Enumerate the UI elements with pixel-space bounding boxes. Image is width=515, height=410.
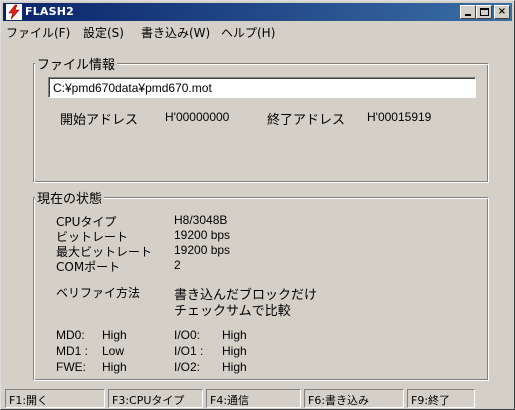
io2-label: I/O2: xyxy=(174,360,201,374)
close-icon: × xyxy=(497,6,507,17)
status-group-label: 現在の状態 xyxy=(35,188,105,207)
end-address-value: H'00015919 xyxy=(367,110,432,124)
file-path-field[interactable]: C:¥pmd670data¥pmd670.mot xyxy=(48,77,476,98)
io2-value: High xyxy=(222,360,247,374)
com-port-label: COMポート xyxy=(56,260,121,274)
lightning-icon xyxy=(6,4,22,20)
io1-value: High xyxy=(222,344,247,358)
cpu-type-value: H8/3048B xyxy=(174,213,228,227)
status-f3-cpu-type[interactable]: F3:CPUタイプ xyxy=(108,389,203,408)
minimize-icon xyxy=(465,14,471,16)
window-title: FLASH2 xyxy=(25,5,75,18)
maximize-button[interactable] xyxy=(476,5,492,19)
io1-label: I/O1 : xyxy=(174,344,204,358)
md0-label: MD0: xyxy=(56,328,85,342)
close-button[interactable]: × xyxy=(494,5,510,19)
io0-label: I/O0: xyxy=(174,328,201,342)
verify-method-value-line2: チェックサムで比較 xyxy=(174,304,291,319)
menu-settings[interactable]: 設定(S) xyxy=(83,24,124,41)
fwe-value: High xyxy=(102,360,127,374)
main-window: FLASH2 × ファイル(F) 設定(S) 書き込み(W) ヘルプ(H) ファ… xyxy=(0,0,515,410)
md0-value: High xyxy=(102,328,127,342)
menu-help[interactable]: ヘルプ(H) xyxy=(221,24,275,41)
io0-value: High xyxy=(222,328,247,342)
md1-label: MD1 : xyxy=(56,344,89,358)
status-f6-write[interactable]: F6:書き込み xyxy=(304,389,404,408)
verify-method-label: ベリファイ方法 xyxy=(56,286,141,300)
status-bar: F1:開く F3:CPUタイプ F4:通信 F6:書き込み F9:終了 xyxy=(3,389,512,408)
maximize-icon xyxy=(480,8,489,16)
status-f9-exit[interactable]: F9:終了 xyxy=(407,389,475,408)
start-address-label: 開始アドレス xyxy=(60,113,139,128)
max-bitrate-value: 19200 bps xyxy=(174,243,231,257)
menu-file[interactable]: ファイル(F) xyxy=(6,24,70,41)
menu-bar: ファイル(F) 設定(S) 書き込み(W) ヘルプ(H) xyxy=(3,22,512,40)
md1-value: Low xyxy=(102,344,125,358)
fwe-label: FWE: xyxy=(56,360,86,374)
status-f1-open[interactable]: F1:開く xyxy=(5,389,105,408)
title-bar[interactable]: FLASH2 × xyxy=(3,3,512,21)
start-address-value: H'00000000 xyxy=(165,110,230,124)
minimize-button[interactable] xyxy=(460,5,476,19)
status-f4-communication[interactable]: F4:通信 xyxy=(206,389,301,408)
bitrate-value: 19200 bps xyxy=(174,228,231,242)
end-address-label: 終了アドレス xyxy=(267,113,346,128)
file-info-group-label: ファイル情報 xyxy=(35,54,118,73)
com-port-value: 2 xyxy=(174,258,181,272)
menu-write[interactable]: 書き込み(W) xyxy=(141,24,210,41)
